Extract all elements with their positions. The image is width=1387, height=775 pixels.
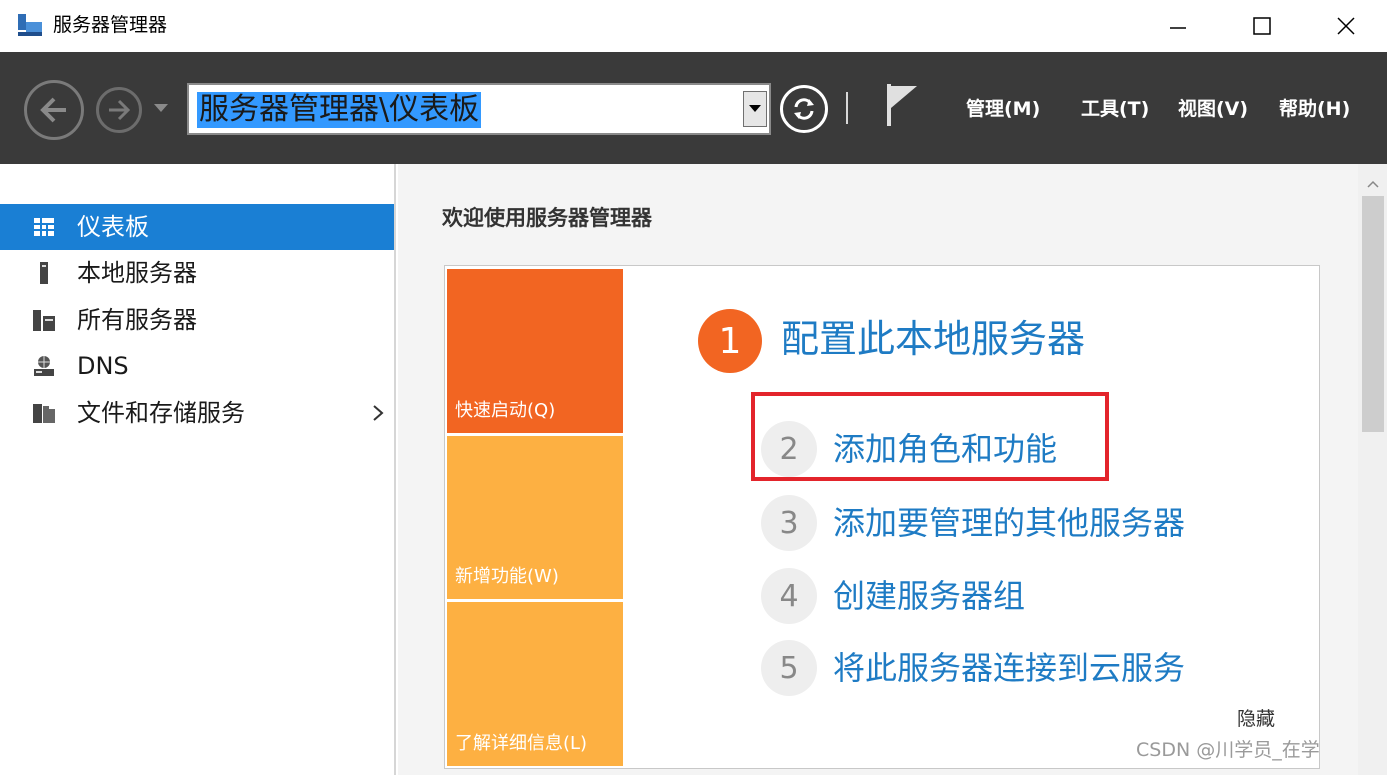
sidebar-item-all-servers[interactable]: 所有服务器 <box>0 297 394 343</box>
address-text[interactable]: 服务器管理器\仪表板 <box>197 92 482 128</box>
chevron-right-icon[interactable] <box>372 404 384 422</box>
scrollbar-thumb[interactable] <box>1362 196 1384 432</box>
sidebar-item-label: DNS <box>77 352 129 380</box>
chevron-up-icon <box>1366 180 1379 188</box>
sidebar-item-label: 所有服务器 <box>77 306 197 334</box>
server-manager-app-icon <box>18 14 42 36</box>
highlight-box <box>751 392 1109 481</box>
dashboard-icon <box>34 218 54 236</box>
address-bar[interactable]: 服务器管理器\仪表板 <box>187 83 771 135</box>
menu-help[interactable]: 帮助(H) <box>1279 96 1350 122</box>
arrow-left-icon <box>40 97 66 123</box>
close-icon <box>1337 17 1355 35</box>
minimize-icon <box>1170 27 1186 29</box>
tile-whats-new[interactable]: 新增功能(W) <box>447 436 623 599</box>
tile-learn-more[interactable]: 了解详细信息(L) <box>447 602 623 766</box>
menu-view[interactable]: 视图(V) <box>1178 96 1248 122</box>
scroll-up-button[interactable] <box>1358 172 1387 196</box>
main-content: 欢迎使用服务器管理器 快速启动(Q) 新增功能(W) 了解详细信息(L) 1 配… <box>398 164 1358 775</box>
sidebar-item-local-server[interactable]: 本地服务器 <box>0 250 394 296</box>
history-dropdown-icon[interactable] <box>154 104 168 114</box>
sidebar-item-label: 本地服务器 <box>77 259 197 287</box>
sidebar-item-dashboard[interactable]: 仪表板 <box>0 204 394 250</box>
close-button[interactable] <box>1304 0 1387 52</box>
refresh-button[interactable] <box>780 85 828 133</box>
dns-icon <box>34 356 54 376</box>
tile-quick-start[interactable]: 快速启动(Q) <box>447 269 623 433</box>
maximize-button[interactable] <box>1220 0 1304 52</box>
servers-icon <box>33 310 55 331</box>
minimize-button[interactable] <box>1136 0 1220 52</box>
window-title: 服务器管理器 <box>53 14 168 36</box>
server-icon <box>40 262 48 284</box>
step-number-badge: 5 <box>761 640 817 696</box>
arrow-right-icon <box>109 99 131 121</box>
welcome-panel: 快速启动(Q) 新增功能(W) 了解详细信息(L) 1 配置此本地服务器 2 添… <box>444 265 1320 769</box>
sidebar-item-label: 文件和存储服务 <box>77 399 245 427</box>
step-number-badge: 4 <box>761 568 817 624</box>
back-button[interactable] <box>24 80 84 140</box>
menu-manage[interactable]: 管理(M) <box>966 96 1040 122</box>
chevron-down-icon <box>749 105 761 112</box>
step-link-create-server-group[interactable]: 创建服务器组 <box>833 576 1025 616</box>
hide-link[interactable]: 隐藏 <box>1237 706 1275 732</box>
notifications-flag-icon[interactable] <box>883 82 919 128</box>
page-title: 欢迎使用服务器管理器 <box>442 206 652 230</box>
vertical-scrollbar[interactable] <box>1358 164 1387 775</box>
step-link-add-servers[interactable]: 添加要管理的其他服务器 <box>833 503 1185 543</box>
file-storage-icon <box>33 404 55 423</box>
maximize-icon <box>1253 17 1271 35</box>
step-link-connect-cloud[interactable]: 将此服务器连接到云服务 <box>833 648 1185 688</box>
sidebar: 仪表板 本地服务器 所有服务器 DNS 文件和存储服务 <box>0 164 396 775</box>
menu-tools[interactable]: 工具(T) <box>1081 96 1149 122</box>
tile-label: 了解详细信息(L) <box>455 733 588 754</box>
tile-label: 快速启动(Q) <box>455 400 556 421</box>
forward-button[interactable] <box>96 87 142 133</box>
step-number-badge: 3 <box>761 495 817 551</box>
sidebar-item-file-storage[interactable]: 文件和存储服务 <box>0 390 394 436</box>
toolbar: 服务器管理器\仪表板 管理(M) 工具(T) 视图(V) 帮助(H) <box>0 52 1387 164</box>
sidebar-item-label: 仪表板 <box>77 213 149 241</box>
title-bar: 服务器管理器 <box>0 0 1387 52</box>
step-link-configure-local-server[interactable]: 配置此本地服务器 <box>781 314 1085 364</box>
step-number-badge: 1 <box>698 309 762 373</box>
address-dropdown-button[interactable] <box>743 91 767 127</box>
watermark: CSDN @川学员_在学 <box>1136 739 1320 761</box>
tile-label: 新增功能(W) <box>455 566 559 587</box>
refresh-icon <box>794 98 814 120</box>
toolbar-separator <box>846 92 848 124</box>
sidebar-item-dns[interactable]: DNS <box>0 343 394 389</box>
